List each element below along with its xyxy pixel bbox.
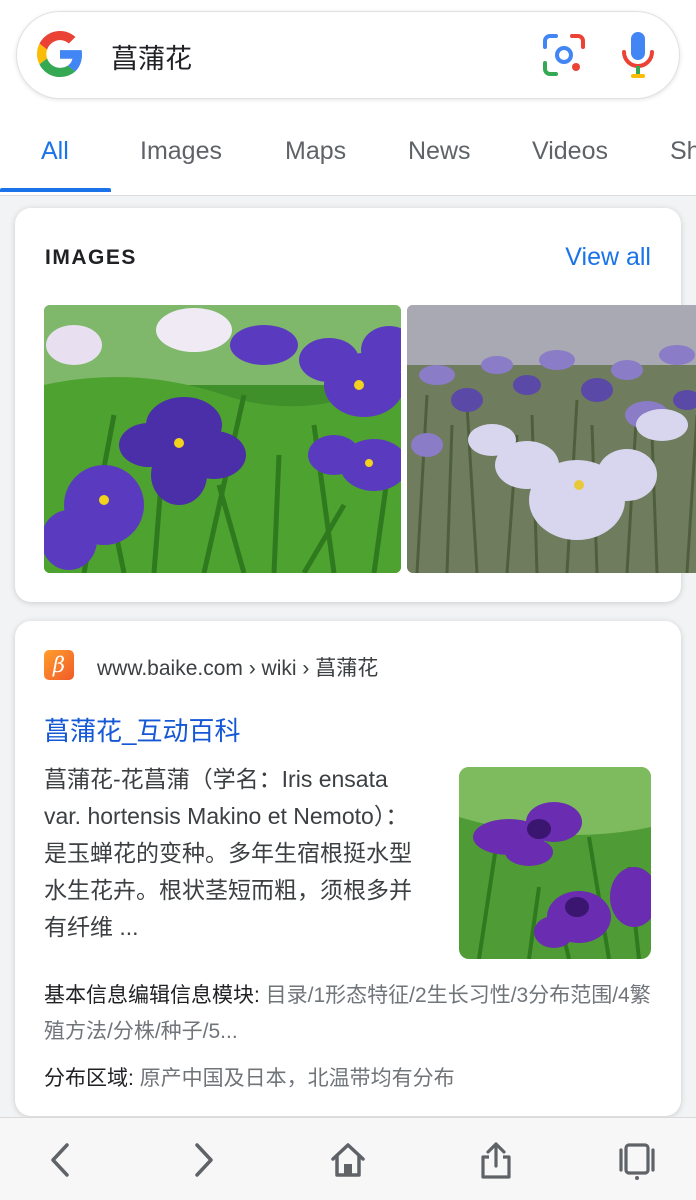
- mic-icon[interactable]: [620, 30, 656, 80]
- result-snippet: 菖蒲花-花菖蒲（学名：Iris ensata var. hortensis Ma…: [44, 766, 412, 940]
- image-carousel[interactable]: [44, 305, 696, 573]
- tab-images[interactable]: Images: [140, 137, 222, 166]
- images-card: IMAGES View all: [15, 208, 696, 602]
- result-attribute-distribution: 分布区域: 原产中国及日本，北温带均有分布: [44, 1061, 659, 1097]
- active-tab-indicator: [0, 188, 111, 192]
- tab-maps[interactable]: Maps: [285, 137, 346, 166]
- image-thumbnail[interactable]: [407, 305, 696, 573]
- attribute-value: 原产中国及日本，北温带均有分布: [139, 1067, 455, 1090]
- result-thumbnail[interactable]: [459, 767, 651, 959]
- result-breadcrumb[interactable]: www.baike.com › wiki › 菖蒲花: [97, 652, 378, 682]
- tab-shopping[interactable]: Sh: [670, 137, 696, 166]
- back-icon[interactable]: [41, 1140, 81, 1180]
- image-thumbnail[interactable]: [44, 305, 401, 573]
- result-attribute-contents: 基本信息编辑信息模块: 目录/1形态特征/2生长习性/3分布范围/4繁殖方法/分…: [44, 978, 659, 1050]
- tab-all[interactable]: All: [41, 137, 69, 166]
- forward-icon[interactable]: [183, 1140, 223, 1180]
- tab-videos[interactable]: Videos: [532, 137, 608, 166]
- site-favicon: β: [44, 650, 74, 680]
- images-heading: IMAGES: [45, 246, 137, 269]
- search-tabs: All Images Maps News Videos Sh: [0, 120, 696, 196]
- search-input[interactable]: 菖蒲花: [111, 37, 192, 76]
- iris-result-photo: [459, 767, 651, 959]
- attribute-label: 分布区域:: [44, 1067, 140, 1090]
- pale-iris-field-photo: [407, 305, 696, 573]
- tab-news[interactable]: News: [408, 137, 471, 166]
- search-box[interactable]: 菖蒲花: [16, 11, 680, 99]
- attribute-label: 基本信息编辑信息模块:: [44, 984, 266, 1007]
- view-all-link[interactable]: View all: [565, 243, 651, 272]
- browser-toolbar: [0, 1117, 696, 1200]
- result-title-link[interactable]: 菖蒲花_互动百科: [44, 711, 240, 748]
- tabs-icon[interactable]: [617, 1140, 657, 1180]
- share-icon[interactable]: [476, 1140, 516, 1180]
- home-icon[interactable]: [328, 1140, 368, 1180]
- google-logo: [37, 31, 83, 77]
- purple-iris-photo: [44, 305, 401, 573]
- search-result-card: β www.baike.com › wiki › 菖蒲花 菖蒲花_互动百科 菖蒲…: [15, 621, 681, 1116]
- header-area: 菖蒲花 All Images Maps News Videos Sh: [0, 0, 696, 196]
- lens-icon[interactable]: [541, 32, 587, 78]
